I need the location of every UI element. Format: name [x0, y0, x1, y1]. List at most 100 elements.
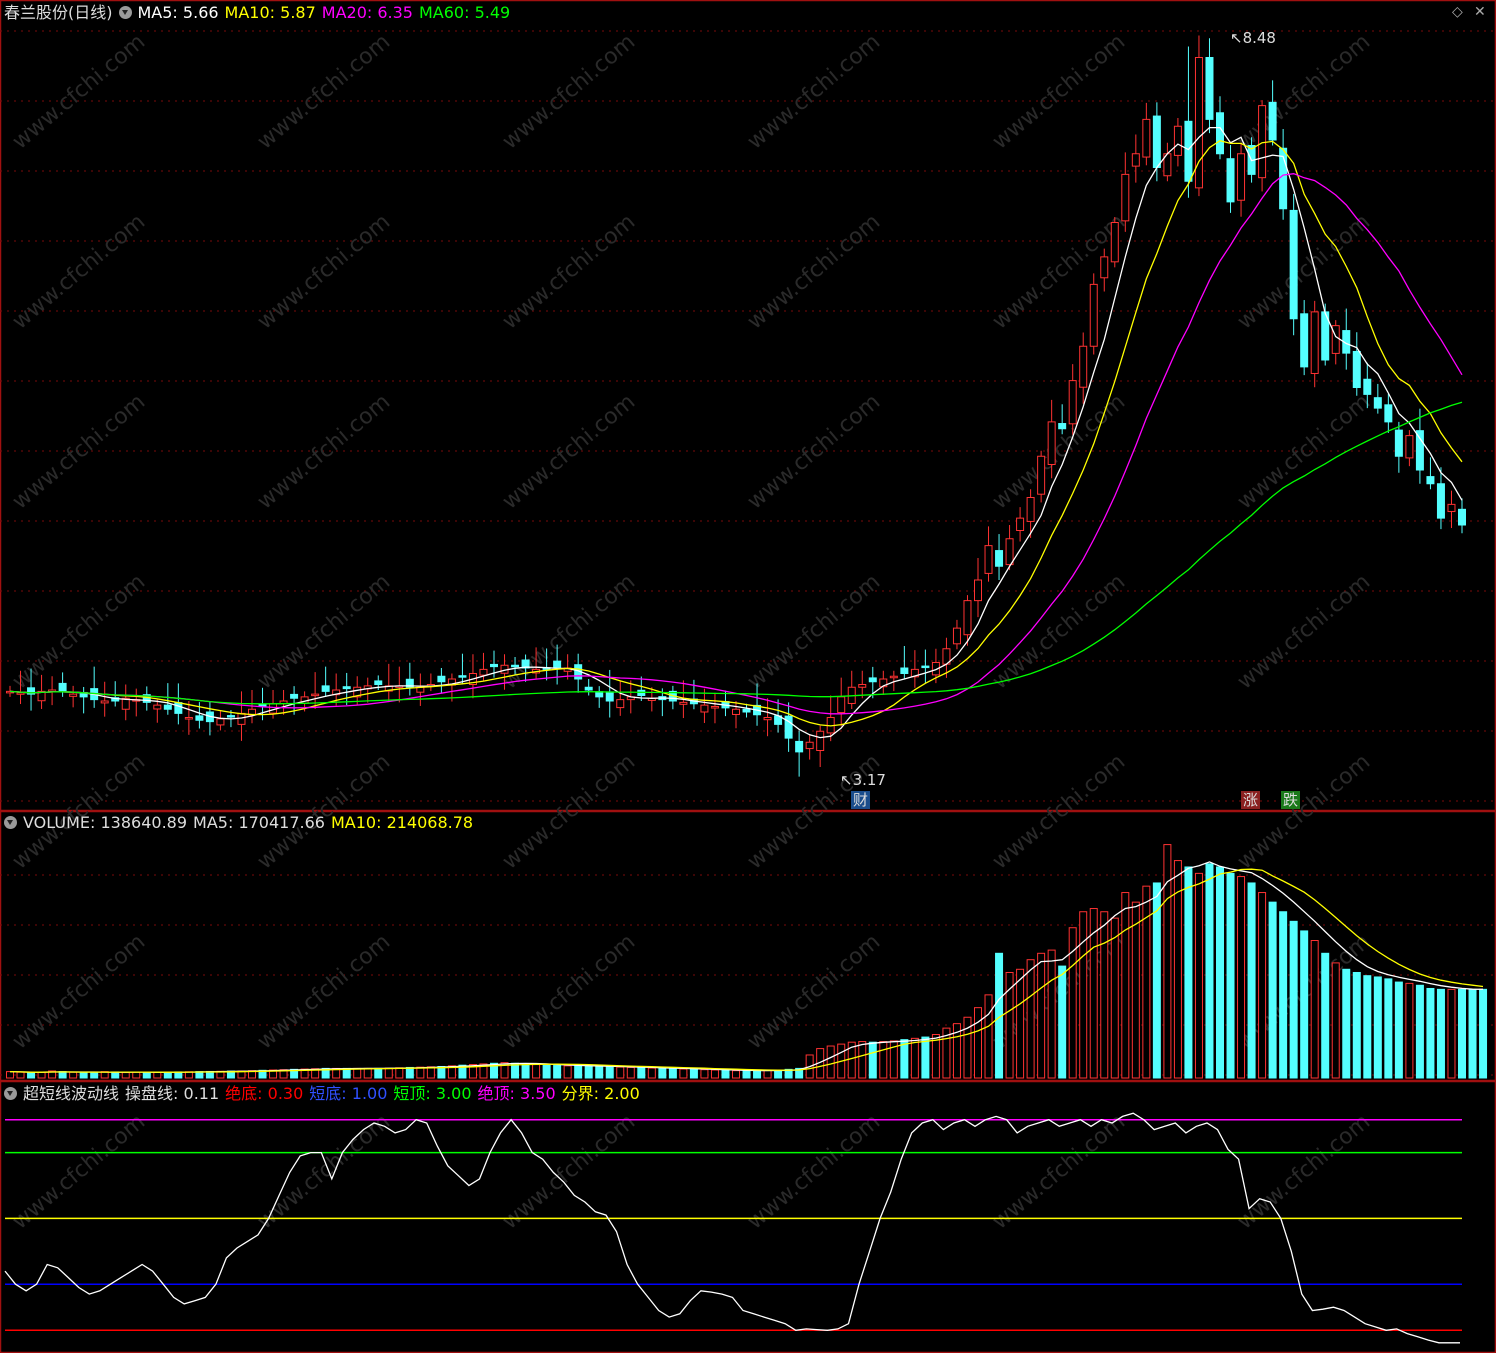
candle — [647, 687, 656, 712]
candle — [721, 690, 730, 717]
candle-body — [458, 675, 467, 678]
volume-bar — [1300, 930, 1309, 1079]
volume-bar — [90, 1071, 99, 1079]
volume-bar — [595, 1065, 604, 1079]
candle — [974, 558, 982, 618]
candle — [1415, 408, 1424, 484]
candle — [1131, 134, 1140, 183]
candle-body — [679, 701, 688, 705]
candle-body — [1258, 105, 1267, 179]
watermark-text: www.cfchi.com — [8, 569, 150, 694]
candle-body — [479, 668, 488, 676]
candle-body — [1205, 57, 1214, 120]
candle-body — [1047, 421, 1056, 465]
collapse-arrow-icon[interactable] — [4, 1087, 17, 1100]
collapse-arrow-icon[interactable] — [118, 6, 132, 19]
candle-body — [868, 677, 877, 683]
fall-tag[interactable]: 跌 — [1281, 791, 1301, 809]
candle-body — [763, 717, 772, 721]
candle-body — [511, 664, 520, 668]
volume-bar — [1373, 976, 1382, 1079]
candle-body — [1310, 311, 1319, 374]
candle-body — [742, 708, 751, 713]
candle-body — [184, 717, 193, 720]
volume-bar — [1184, 866, 1193, 1079]
candle — [1458, 498, 1466, 534]
candle-body — [1079, 345, 1088, 388]
candle — [237, 691, 246, 741]
candle — [858, 670, 867, 699]
stock-title[interactable]: 春兰股份(日线) — [4, 3, 113, 22]
volume-bar — [1047, 949, 1056, 1079]
close-icon[interactable]: ✕ — [1474, 4, 1486, 20]
candle — [1352, 332, 1361, 396]
volume-bar — [658, 1067, 667, 1079]
volume-bar — [1363, 975, 1372, 1079]
candle-body — [605, 691, 614, 702]
volume-bar — [868, 1041, 877, 1079]
candle-body — [889, 675, 898, 679]
candle — [153, 699, 162, 723]
candle-body — [1300, 313, 1309, 368]
candle-body — [1142, 118, 1151, 158]
volume-bar — [6, 1071, 14, 1079]
collapse-arrow-icon[interactable] — [4, 816, 17, 829]
volume-bar — [732, 1070, 740, 1079]
candle-body — [900, 667, 909, 674]
candle-body — [342, 686, 351, 690]
volume-bar — [353, 1067, 362, 1079]
volume-bar — [16, 1071, 25, 1079]
candle — [1331, 320, 1340, 365]
candle — [710, 692, 719, 724]
watermark-text: www.cfchi.com — [988, 209, 1130, 334]
candle — [1436, 467, 1445, 530]
volume-bar — [521, 1063, 530, 1079]
watermark-text: www.cfchi.com — [743, 209, 885, 334]
volume-bar — [710, 1069, 719, 1079]
volume-bar — [1321, 952, 1330, 1079]
watermark-text: www.cfchi.com — [988, 29, 1130, 154]
candle — [216, 710, 225, 731]
finance-tag[interactable]: 财 — [851, 791, 871, 809]
volume-bar — [1068, 927, 1077, 1079]
watermark-text: www.cfchi.com — [743, 929, 885, 1054]
volume-bar — [879, 1041, 888, 1079]
volume-bar — [721, 1069, 730, 1079]
diamond-icon[interactable]: ◇ — [1452, 4, 1463, 20]
volume-bar — [584, 1065, 593, 1079]
candle — [1184, 46, 1193, 198]
rise-tag[interactable]: 涨 — [1241, 791, 1261, 809]
candle — [1173, 118, 1182, 167]
main-panel-header: 春兰股份(日线) MA5: 5.66 MA10: 5.87 MA20: 6.35 MA6… — [4, 2, 516, 24]
candle-body — [237, 712, 246, 725]
watermark-text: www.cfchi.com — [253, 29, 395, 154]
watermark-text: www.cfchi.com — [8, 1109, 150, 1234]
volume-bar — [826, 1045, 835, 1079]
candle-body — [1405, 435, 1414, 459]
candle-body — [100, 700, 109, 704]
candle — [1405, 430, 1414, 467]
candle-body — [1068, 380, 1077, 425]
indicator-name[interactable]: 超短线波动线 — [23, 1084, 119, 1103]
candle — [111, 681, 120, 707]
volume-bar — [1342, 968, 1351, 1079]
candle — [69, 685, 78, 708]
watermark-text: www.cfchi.com — [8, 929, 150, 1054]
candle — [1258, 100, 1267, 192]
candle-body — [163, 704, 172, 710]
candle-body — [1415, 430, 1424, 471]
watermark-text: www.cfchi.com — [498, 1109, 640, 1234]
watermark-text: www.cfchi.com — [498, 389, 640, 514]
volume-bar — [1447, 988, 1456, 1079]
jue-ding-legend: 绝顶: 3.50 — [477, 1084, 556, 1103]
volume-bar — [1310, 940, 1319, 1079]
volume-bar — [1436, 988, 1445, 1079]
volume-bar — [742, 1070, 751, 1079]
candle — [90, 666, 99, 708]
candle-body — [995, 550, 1004, 567]
volume-bar — [1121, 892, 1130, 1079]
candle — [100, 681, 109, 717]
stock-chart[interactable]: www.cfchi.com www.cfchi.com www.cfchi.com w… — [0, 0, 1496, 1353]
volume-bar — [1384, 978, 1393, 1079]
candle — [1068, 364, 1077, 435]
